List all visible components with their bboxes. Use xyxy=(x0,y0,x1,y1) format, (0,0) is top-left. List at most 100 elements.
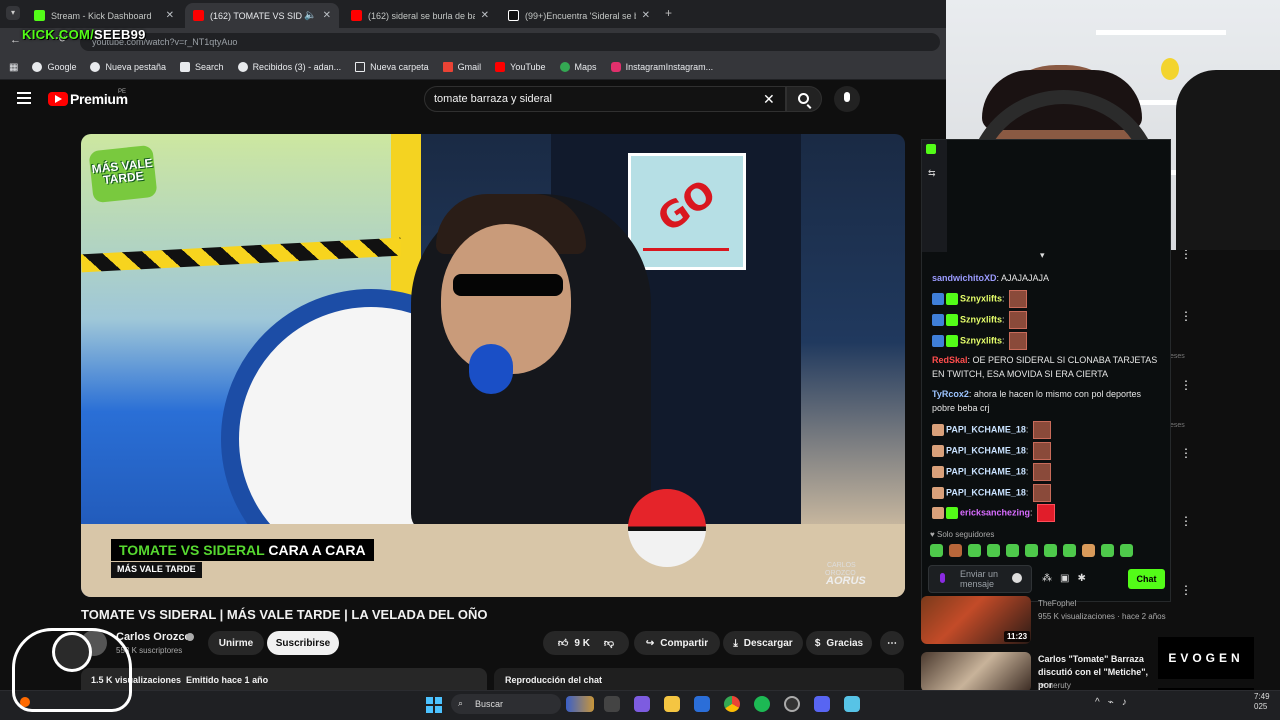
app-icon[interactable] xyxy=(634,696,650,712)
emote-icon[interactable] xyxy=(1025,544,1038,557)
recommended-channel[interactable]: TheFophel xyxy=(1038,599,1076,608)
video-microphone xyxy=(469,344,513,394)
menu-icon[interactable] xyxy=(17,92,31,104)
bookmark-inbox[interactable]: Recibidos (3) - adan... xyxy=(237,62,341,72)
tab-youtube-2[interactable]: (162) sideral se burla de bailarí ✕ xyxy=(343,3,497,28)
more-options-icon[interactable]: ⋮ xyxy=(1180,515,1192,533)
webcam-shelves xyxy=(1096,30,1226,35)
chat-send-button[interactable]: Chat xyxy=(1128,569,1165,589)
emote-icon[interactable] xyxy=(968,544,981,557)
download-icon: ⤓ xyxy=(733,637,738,649)
search-value[interactable]: tomate barraza y sideral xyxy=(434,93,552,105)
download-button[interactable]: ⤓ Descargar xyxy=(723,631,803,655)
emote-icon[interactable] xyxy=(1120,544,1133,557)
task-view-icon[interactable] xyxy=(604,696,620,712)
badge-icon xyxy=(946,507,958,519)
video-player[interactable]: GO MÁS VALE TARDE TOMATE VS SIDERAL CARA… xyxy=(81,134,905,597)
bookmark-gmail[interactable]: Gmail xyxy=(442,62,481,72)
recommended-channel[interactable]: tvoneruty xyxy=(1038,681,1071,690)
like-button[interactable]: 👍︎ 9 K 👎︎ xyxy=(543,631,629,655)
tab-tiktok[interactable]: (99+)Encuentra 'Sideral se burla ✕ xyxy=(500,3,658,28)
emote-icon[interactable] xyxy=(1082,544,1095,557)
bookmark-new-tab[interactable]: Nueva pestaña xyxy=(90,62,166,72)
chevron-down-icon[interactable]: ▾ xyxy=(1040,250,1045,261)
more-actions-button[interactable]: ⋯ xyxy=(880,631,904,655)
search-icon: ⌕ xyxy=(458,698,464,708)
badge-icon xyxy=(932,487,944,499)
chat-message: RedSkal: OE PERO SIDERAL SI CLONABA TARJ… xyxy=(932,355,1158,379)
instagram-icon xyxy=(610,62,621,72)
sidebar-meta-fragment: eses xyxy=(1170,353,1185,360)
emote-icon[interactable] xyxy=(930,544,943,557)
gift-icon[interactable]: ▣ xyxy=(1060,573,1077,584)
close-icon[interactable]: ✕ xyxy=(323,10,331,21)
video-brand-mark: AORUS xyxy=(826,575,866,587)
emote-icon xyxy=(1037,504,1056,522)
bookmark-google[interactable]: Google xyxy=(32,62,76,72)
notepad-icon[interactable] xyxy=(844,696,860,712)
app-icon[interactable] xyxy=(784,696,800,712)
chrome-icon[interactable] xyxy=(724,696,740,712)
youtube-logo-icon[interactable] xyxy=(48,92,68,106)
search-button[interactable] xyxy=(786,86,822,112)
mic-icon[interactable]: ♪ xyxy=(1122,697,1135,708)
more-options-icon[interactable]: ⋮ xyxy=(1180,310,1192,328)
emote-icon[interactable] xyxy=(987,544,1000,557)
network-icon[interactable]: ⌁ xyxy=(1108,697,1122,708)
tab-youtube-active[interactable]: (162) TOMATE VS SIDERAL 🔈 ✕ xyxy=(185,3,339,28)
close-icon[interactable]: ✕ xyxy=(642,10,650,21)
more-options-icon[interactable]: ⋮ xyxy=(1180,584,1192,602)
emote-icon[interactable] xyxy=(1063,544,1076,557)
close-icon[interactable]: ✕ xyxy=(481,10,489,21)
back-arrow-icon[interactable]: ← xyxy=(10,34,21,46)
bookmark-youtube[interactable]: YouTube xyxy=(495,62,546,72)
apps-grid-icon[interactable]: ▦ xyxy=(9,62,18,73)
subscribe-button[interactable]: Suscribirse xyxy=(267,631,339,655)
more-options-icon[interactable]: ⋮ xyxy=(1180,379,1192,397)
widgets-icon[interactable] xyxy=(566,696,594,712)
mic-icon[interactable] xyxy=(940,573,945,583)
tab-list-button[interactable]: ▾ xyxy=(6,6,20,20)
chevron-up-icon[interactable]: ^ xyxy=(1095,697,1108,708)
clear-search-icon[interactable]: ✕ xyxy=(763,91,775,108)
url-field[interactable]: youtube.com/watch?v=r_NT1qtyAuo xyxy=(80,33,940,51)
share-button[interactable]: ↪ Compartir xyxy=(634,631,720,655)
more-options-icon[interactable]: ⋮ xyxy=(1180,248,1192,266)
emote-icon[interactable] xyxy=(949,544,962,557)
badge-icon xyxy=(932,293,944,305)
bookmark-search[interactable]: Search xyxy=(180,62,224,72)
chat-message: PAPI_KCHAME_18: xyxy=(932,484,1162,502)
file-explorer-icon[interactable] xyxy=(664,696,680,712)
voice-search-icon[interactable] xyxy=(834,86,860,112)
recommended-thumbnail[interactable] xyxy=(921,652,1031,692)
spotify-icon[interactable] xyxy=(754,696,770,712)
filter-icon[interactable]: ⇆ xyxy=(928,168,936,179)
emote-icon[interactable] xyxy=(1101,544,1114,557)
close-icon[interactable]: ✕ xyxy=(166,10,174,21)
emote-icon[interactable] xyxy=(1044,544,1057,557)
more-options-icon[interactable]: ⋮ xyxy=(1180,447,1192,465)
emoji-icon[interactable] xyxy=(1012,573,1022,583)
bodybuilder-logo-overlay xyxy=(2,620,137,720)
points-icon[interactable]: ⁂ xyxy=(1042,573,1060,584)
windows-start-icon[interactable] xyxy=(426,697,442,713)
chat-message: sandwichitoXD: AJAJAJAJA xyxy=(932,273,1050,283)
tab-kick-dashboard[interactable]: Stream - Kick Dashboard ✕ xyxy=(26,3,182,28)
bookmark-maps[interactable]: Maps xyxy=(559,62,597,72)
kick-channel-overlay: KICK.COM/SEEB99 xyxy=(22,27,146,42)
gear-icon[interactable]: ✱ xyxy=(1077,573,1093,584)
bookmark-folder[interactable]: Nueva carpeta xyxy=(355,62,429,72)
badge-icon xyxy=(932,314,944,326)
taskbar-search[interactable] xyxy=(451,694,561,714)
speaker-icon[interactable]: 🔈 xyxy=(304,10,316,21)
thumbs-down-icon[interactable]: 👎︎ xyxy=(604,637,614,649)
youtube-favicon-icon xyxy=(193,10,204,21)
store-icon[interactable] xyxy=(694,696,710,712)
emote-icon[interactable] xyxy=(1006,544,1019,557)
new-tab-button[interactable]: + xyxy=(665,6,672,20)
join-button[interactable]: Unirme xyxy=(208,631,264,655)
bookmark-instagram[interactable]: InstagramInstagram... xyxy=(610,62,713,72)
thanks-button[interactable]: $ Gracias xyxy=(806,631,872,655)
clock[interactable]: 7:49 025 xyxy=(1254,692,1270,712)
discord-icon[interactable] xyxy=(814,696,830,712)
